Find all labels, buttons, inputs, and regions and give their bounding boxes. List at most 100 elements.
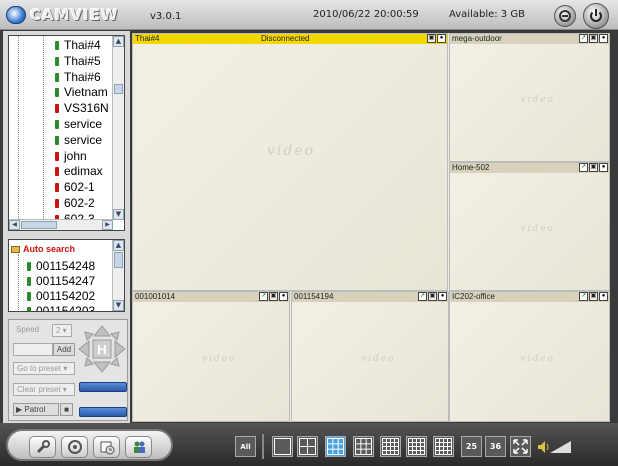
speaker-icon[interactable]: [537, 440, 549, 454]
device-tree-item[interactable]: edimax: [55, 163, 103, 179]
snapshot-icon[interactable]: ▣: [269, 292, 278, 301]
layout-25-button[interactable]: 25: [461, 436, 482, 457]
grid-layout-icon: [327, 438, 344, 455]
device-tree-item[interactable]: Thai#5: [55, 53, 101, 69]
device-tree-item[interactable]: 602-1: [55, 179, 95, 195]
auto-search-item[interactable]: 001154248: [27, 258, 95, 274]
camera-icon: [55, 135, 59, 145]
scroll-thumb[interactable]: [114, 252, 123, 268]
snapshot-icon[interactable]: ▣: [427, 34, 436, 43]
snapshot-icon[interactable]: ▣: [589, 292, 598, 301]
svg-text:H: H: [97, 342, 106, 357]
layout-16-button[interactable]: [433, 436, 454, 457]
device-tree-item[interactable]: 602-2: [55, 195, 95, 211]
device-tree-vscroll[interactable]: ▲ ▼: [112, 36, 124, 220]
device-tree-item[interactable]: Thai#4: [55, 37, 101, 53]
snapshot-icon[interactable]: ▣: [589, 34, 598, 43]
ptz-action-button-2[interactable]: [79, 407, 127, 417]
snapshot-icon[interactable]: ▣: [428, 292, 437, 301]
fullscreen-button[interactable]: [510, 436, 531, 457]
video-pane[interactable]: IC202-office ↗ ▣ ● video: [449, 291, 610, 422]
record-icon[interactable]: ↗: [259, 292, 268, 301]
device-tree-item[interactable]: VS316N: [55, 100, 109, 116]
layout-1-button[interactable]: [272, 436, 293, 457]
minimize-button[interactable]: [554, 5, 576, 27]
scroll-up-arrow-icon[interactable]: ▲: [113, 36, 124, 47]
camera-icon: [55, 120, 59, 129]
auto-search-title[interactable]: Auto search: [11, 241, 75, 257]
pane-title-bar: mega-outdoor ↗ ▣ ●: [450, 34, 609, 44]
device-tree-item[interactable]: service: [55, 132, 102, 148]
users-button[interactable]: [125, 436, 152, 458]
add-preset-button[interactable]: Add: [53, 343, 75, 356]
grid-layout-icon: [408, 438, 425, 455]
pane-title-bar: 001001014 ↗ ▣ ●: [133, 292, 289, 302]
scroll-left-arrow-icon[interactable]: ◀: [9, 220, 20, 230]
auto-search-vscroll[interactable]: ▲ ▼: [112, 240, 124, 311]
video-pane[interactable]: Thai#4 ▣ ● Disconnected video: [132, 33, 448, 291]
record-icon[interactable]: ↗: [579, 34, 588, 43]
video-pane[interactable]: 001001014 ↗ ▣ ● video: [132, 291, 290, 422]
speed-select[interactable]: 2 ▾: [52, 324, 72, 337]
device-tree-item[interactable]: john: [55, 148, 87, 164]
device-tree-item[interactable]: service: [55, 116, 102, 132]
video-pane[interactable]: Home-502 ↗ ▣ ● video: [449, 162, 610, 291]
auto-search-item[interactable]: 001154202: [27, 288, 95, 304]
video-placeholder-watermark: video: [520, 353, 555, 364]
stop-patrol-button[interactable]: ■: [60, 403, 73, 416]
pane-camera-name: IC202-office: [452, 292, 495, 301]
layout-6-button[interactable]: [325, 436, 346, 457]
power-button[interactable]: [583, 3, 609, 29]
record-icon[interactable]: ↗: [579, 163, 588, 172]
video-pane[interactable]: 001154194 ↗ ▣ ● video: [291, 291, 449, 422]
hscroll-thumb[interactable]: [21, 221, 57, 229]
record-dot-icon[interactable]: ●: [437, 34, 446, 43]
tools-group: [6, 429, 173, 461]
scroll-thumb[interactable]: [114, 84, 123, 94]
video-placeholder-watermark: video: [520, 94, 555, 105]
layout-4-button[interactable]: [297, 436, 318, 457]
layout-10-button[interactable]: [380, 436, 401, 457]
playback-icon: [67, 440, 82, 454]
record-dot-icon[interactable]: ●: [599, 163, 608, 172]
scroll-down-arrow-icon[interactable]: ▼: [113, 300, 124, 311]
schedule-button[interactable]: [93, 436, 120, 458]
goto-preset-select[interactable]: Go to preset ▾: [13, 362, 75, 375]
camera-icon: [55, 167, 59, 177]
auto-search-item[interactable]: 001154247: [27, 273, 95, 289]
clear-preset-select[interactable]: Clear preset ▾: [13, 383, 75, 396]
camera-icon: [55, 183, 59, 193]
volume-slider[interactable]: [550, 440, 572, 454]
device-tree-item[interactable]: Thai#6: [55, 69, 101, 85]
scroll-right-arrow-icon[interactable]: ▶: [102, 220, 113, 230]
playback-button[interactable]: [61, 436, 88, 458]
record-dot-icon[interactable]: ●: [438, 292, 447, 301]
layout-13-button[interactable]: [406, 436, 427, 457]
record-icon[interactable]: ↗: [418, 292, 427, 301]
scroll-up-arrow-icon[interactable]: ▲: [113, 240, 124, 251]
ptz-control-panel: Speed 2 ▾ Add Go to preset ▾ Clear prese…: [8, 319, 128, 421]
layout-9-button[interactable]: [353, 436, 374, 457]
auto-search-item[interactable]: 001154203: [27, 303, 95, 311]
camera-icon: [55, 41, 59, 50]
layout-36-button[interactable]: 36: [485, 436, 506, 457]
device-tree-item[interactable]: Vietnam: [55, 84, 108, 100]
preset-name-input[interactable]: [13, 343, 53, 356]
pane-title-bar: IC202-office ↗ ▣ ●: [450, 292, 609, 302]
ptz-direction-pad-icon[interactable]: H: [77, 324, 127, 374]
users-icon: [133, 441, 145, 453]
record-dot-icon[interactable]: ●: [279, 292, 288, 301]
snapshot-icon[interactable]: ▣: [589, 163, 598, 172]
device-tree[interactable]: Thai#4 Thai#5 Thai#6 Vietnam VS316N service se…: [8, 35, 125, 231]
settings-button[interactable]: [29, 436, 56, 458]
ptz-action-button-1[interactable]: [79, 382, 127, 392]
scroll-down-arrow-icon[interactable]: ▼: [113, 209, 124, 220]
auto-search-panel[interactable]: Auto search 001154248 001154247 001154202 0…: [8, 239, 125, 312]
record-dot-icon[interactable]: ●: [599, 34, 608, 43]
record-icon[interactable]: ↗: [579, 292, 588, 301]
record-dot-icon[interactable]: ●: [599, 292, 608, 301]
patrol-button[interactable]: ▶ Patrol: [13, 403, 59, 416]
video-pane[interactable]: mega-outdoor ↗ ▣ ● video: [449, 33, 610, 162]
layout-all-button[interactable]: All: [235, 436, 256, 457]
device-tree-hscroll[interactable]: ◀ ▶: [9, 219, 113, 230]
